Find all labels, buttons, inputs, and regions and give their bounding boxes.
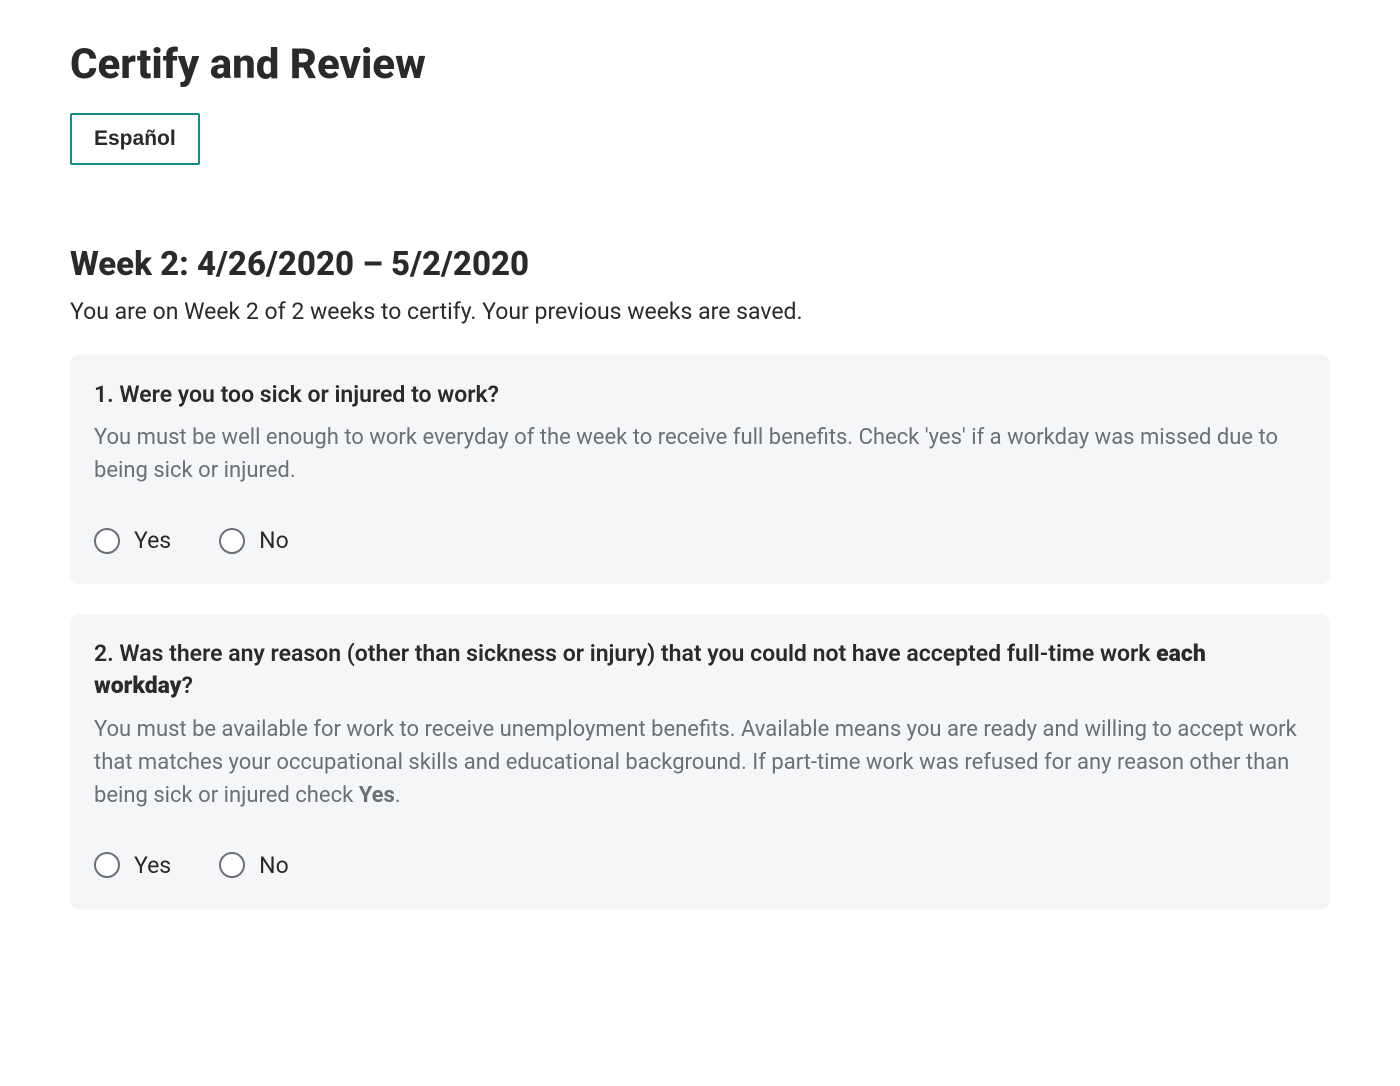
question-card-2: 2. Was there any reason (other than sick… [70, 614, 1330, 908]
question-1-number: 1. [94, 381, 114, 408]
question-1-title: 1. Were you too sick or injured to work? [94, 379, 1306, 411]
question-2-help-bold: Yes [359, 783, 395, 808]
question-2-no-label: No [259, 852, 289, 879]
question-2-number: 2. [94, 640, 114, 667]
question-2-help-end: . [395, 783, 401, 808]
question-2-yes-option[interactable]: Yes [94, 852, 171, 879]
question-2-title: 2. Was there any reason (other than sick… [94, 638, 1306, 702]
question-2-help: You must be available for work to receiv… [94, 713, 1306, 812]
week-heading: Week 2: 4/26/2020 – 5/2/2020 [70, 245, 1330, 284]
radio-icon [219, 852, 245, 878]
question-2-options: Yes No [94, 852, 1306, 879]
question-1-options: Yes No [94, 527, 1306, 554]
question-1-yes-label: Yes [134, 527, 171, 554]
week-subtext: You are on Week 2 of 2 weeks to certify.… [70, 298, 1330, 325]
question-1-help: You must be well enough to work everyday… [94, 421, 1306, 487]
question-2-text-suffix: ? [182, 672, 193, 699]
question-card-1: 1. Were you too sick or injured to work?… [70, 355, 1330, 584]
question-2-help-text: You must be available for work to receiv… [94, 717, 1297, 808]
question-2-text-prefix: Was there any reason (other than sicknes… [119, 640, 1156, 667]
radio-icon [94, 528, 120, 554]
page-title: Certify and Review [70, 40, 1330, 89]
radio-icon [219, 528, 245, 554]
question-1-no-option[interactable]: No [219, 527, 289, 554]
question-1-yes-option[interactable]: Yes [94, 527, 171, 554]
question-1-no-label: No [259, 527, 289, 554]
question-2-yes-label: Yes [134, 852, 171, 879]
question-1-text: Were you too sick or injured to work? [119, 381, 499, 408]
question-2-no-option[interactable]: No [219, 852, 289, 879]
language-toggle-button[interactable]: Español [70, 113, 200, 165]
radio-icon [94, 852, 120, 878]
